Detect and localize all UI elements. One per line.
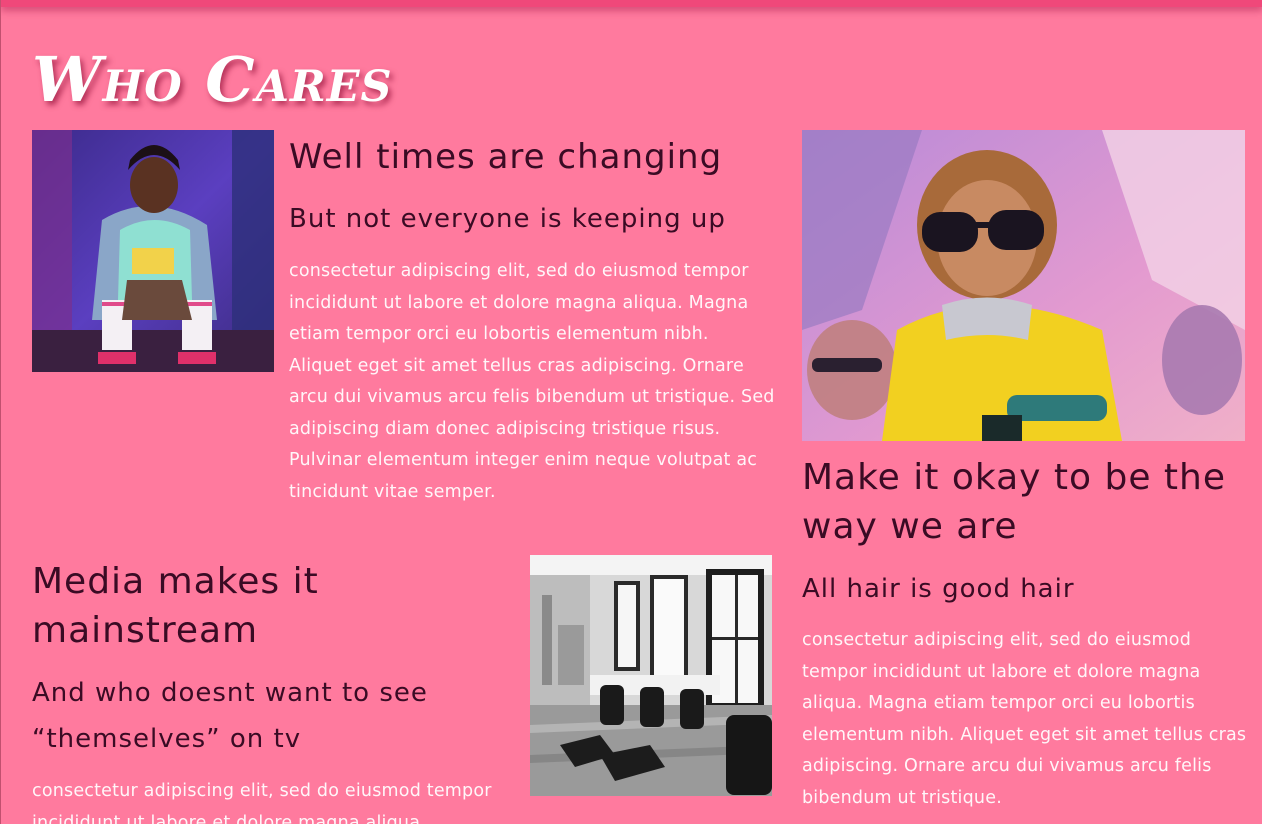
salon-photo	[530, 555, 772, 796]
child-photo	[802, 130, 1245, 441]
media-heading: Media makes it mainstream	[32, 561, 319, 651]
changing-body: consectetur adipiscing elit, sed do eius…	[289, 261, 775, 502]
portrait-photo	[32, 130, 274, 372]
changing-subheading: But not everyone is keeping up	[289, 204, 726, 234]
top-bar	[1, 0, 1262, 7]
okay-heading: Make it okay to be the way we are	[802, 457, 1226, 547]
page: Who Cares Well times are changing But no…	[0, 0, 1262, 824]
media-subheading: And who doesnt want to see “themselves” …	[32, 678, 428, 754]
okay-subheading: All hair is good hair	[802, 574, 1075, 604]
changing-heading: Well times are changing	[289, 137, 723, 177]
media-body: consectetur adipiscing elit, sed do eius…	[32, 781, 492, 824]
okay-body: consectetur adipiscing elit, sed do eius…	[802, 630, 1247, 808]
site-title: Who Cares	[32, 43, 393, 116]
